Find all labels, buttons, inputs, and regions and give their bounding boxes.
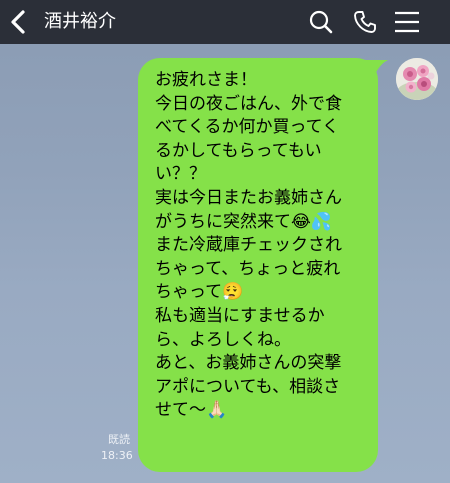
message-line: ら、よろしくね。 — [155, 329, 291, 350]
message-line: 今日の夜ごはん、外で食 — [155, 93, 342, 114]
back-chevron-icon — [11, 10, 25, 34]
back-button[interactable] — [8, 6, 32, 38]
message-line: あと、お義姉さんの突撃 — [155, 353, 342, 374]
search-icon — [309, 10, 333, 34]
search-button[interactable] — [306, 7, 336, 37]
message-line: ちゃって、ちょっと疲れ — [155, 258, 341, 279]
message-line: せて〜🙏🏻 — [155, 400, 228, 421]
message-line: 私も適当にすませるか — [155, 305, 325, 326]
message-line: アポについても、相談さ — [155, 376, 341, 397]
chat-header: 酒井裕介 — [0, 0, 450, 44]
contact-name: 酒井裕介 — [44, 11, 116, 32]
menu-button[interactable] — [392, 7, 422, 37]
message-line: べてくるか何か買ってく — [155, 117, 340, 138]
call-button[interactable] — [350, 7, 380, 37]
message-line: 実は今日またお義姉さん — [155, 187, 342, 208]
message-line: い？？ — [155, 164, 206, 185]
message-line: るかしてもらってもい — [155, 140, 322, 161]
menu-icon — [395, 11, 419, 33]
message-bubble[interactable]: お疲れさま！ 今日の夜ごはん、外で食 べてくるか何か買ってく るかしてもらっても… — [138, 58, 378, 472]
message-line: お疲れさま！ — [155, 70, 257, 90]
read-receipt: 既読 — [108, 433, 130, 446]
avatar[interactable] — [396, 58, 438, 100]
message-line: また冷蔵庫チェックされ — [155, 235, 342, 256]
message-timestamp: 18:36 — [101, 449, 133, 462]
flower-avatar-image — [396, 58, 438, 100]
message-line: がうちに突然来て😂💦 — [155, 211, 333, 232]
phone-icon — [354, 11, 376, 33]
bubble-tail — [364, 60, 388, 76]
message-line: ちゃって😮‍💨 — [155, 282, 244, 303]
